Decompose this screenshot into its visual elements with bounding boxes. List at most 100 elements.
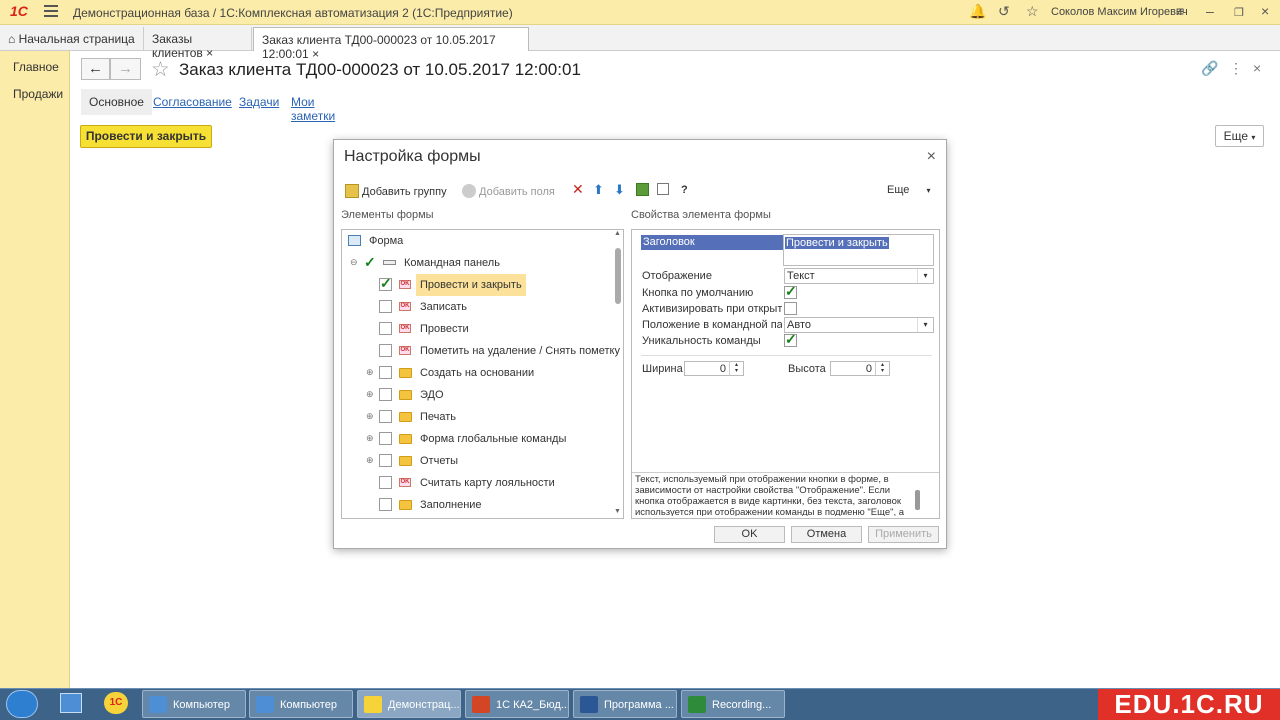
spin-icon[interactable]: ▴ ▾	[729, 362, 743, 375]
sidebar-item-main[interactable]: Главное	[13, 60, 59, 74]
tree-row-mark-delete[interactable]: OK Пометить на удаление / Снять пометку	[342, 340, 620, 362]
title-input[interactable]: Провести и закрыть	[783, 234, 934, 266]
ok-button[interactable]: OK	[714, 526, 785, 543]
taskbar-item-recording[interactable]: Recording...	[681, 690, 785, 718]
tree-row-label: Провести и закрыть	[416, 274, 526, 296]
checkbox[interactable]	[379, 388, 392, 401]
apply-button[interactable]: Применить	[868, 526, 939, 543]
chevron-down-icon[interactable]: ▾	[917, 269, 933, 283]
dialog-close-icon[interactable]: ×	[927, 148, 936, 166]
move-up-icon[interactable]: ⬆	[593, 182, 604, 198]
tree-row-reports[interactable]: ⊕ Отчеты	[342, 450, 612, 472]
taskbar-item-computer-1[interactable]: Компьютер	[142, 690, 246, 718]
checkbox[interactable]	[379, 410, 392, 423]
tree-row-loyalty-card[interactable]: OK Считать карту лояльности	[342, 472, 612, 494]
start-button[interactable]	[6, 690, 38, 718]
checkbox[interactable]	[379, 322, 392, 335]
tree-row-fill[interactable]: Заполнение	[342, 494, 612, 516]
tree-row-post[interactable]: OK Провести	[342, 318, 612, 340]
checkmark-icon[interactable]: ✓	[364, 254, 376, 271]
activate-on-open-checkbox[interactable]	[784, 302, 797, 315]
collapse-icon[interactable]: ⊖	[350, 257, 358, 268]
link-icon[interactable]: 🔗	[1201, 60, 1218, 77]
tree-row-save[interactable]: OK Записать	[342, 296, 612, 318]
bell-icon[interactable]: 🔔	[969, 3, 986, 20]
tree-row-print[interactable]: ⊕ Печать	[342, 406, 612, 428]
taskbar-item-1c-demo[interactable]: Демонстрац...	[357, 690, 461, 718]
computer-icon[interactable]	[60, 693, 82, 713]
copy-icon[interactable]	[657, 183, 669, 195]
history-icon[interactable]: ↺	[998, 3, 1010, 20]
close-document-icon[interactable]: ×	[1253, 60, 1261, 76]
back-button[interactable]: ←	[81, 58, 110, 80]
add-group-button[interactable]: Добавить группу	[345, 184, 447, 198]
more-button[interactable]: Еще ▾	[1215, 125, 1264, 147]
checkbox[interactable]	[379, 454, 392, 467]
checkbox[interactable]	[379, 432, 392, 445]
tree-row-command-panel[interactable]: ⊖ ✓ Командная панель	[342, 252, 612, 274]
cancel-button[interactable]: Отмена	[791, 526, 862, 543]
add-fields-button[interactable]: Добавить поля	[462, 184, 555, 198]
tree-scrollbar[interactable]	[615, 248, 621, 304]
taskbar-item-powerpoint[interactable]: 1С КА2_Бюд...	[465, 690, 569, 718]
tree-row-post-close[interactable]: OK Провести и закрыть	[342, 274, 612, 296]
tree-row-global-commands[interactable]: ⊕ Форма глобальные команды	[342, 428, 612, 450]
subtab-approval[interactable]: Согласование	[145, 89, 240, 115]
sidebar-item-sales[interactable]: Продажи	[13, 87, 63, 101]
help-button[interactable]: ?	[681, 184, 688, 196]
checkbox[interactable]	[379, 498, 392, 511]
taskbar-item-computer-2[interactable]: Компьютер	[249, 690, 353, 718]
scroll-up-icon[interactable]: ▲	[614, 230, 621, 237]
default-button-checkbox[interactable]	[784, 283, 797, 300]
tab-close-icon[interactable]: ×	[206, 46, 213, 60]
post-and-close-button[interactable]: Провести и закрыть	[80, 125, 212, 148]
expand-icon[interactable]: ⊕	[366, 389, 374, 400]
checkbox[interactable]	[379, 275, 392, 292]
height-input[interactable]: 0 ▴ ▾	[830, 361, 890, 376]
main-menu-icon[interactable]	[44, 5, 58, 17]
settings-menu-icon[interactable]: ≡	[1176, 3, 1184, 19]
subtab-tasks[interactable]: Задачи	[231, 89, 287, 115]
user-name[interactable]: Соколов Максим Игоревич	[1051, 6, 1188, 18]
tree-row-create-based[interactable]: ⊕ Создать на основании	[342, 362, 612, 384]
check-all-icon[interactable]	[636, 183, 649, 196]
close-window-icon[interactable]: ×	[1261, 3, 1269, 19]
width-input[interactable]: 0 ▴ ▾	[684, 361, 744, 376]
subtab-main[interactable]: Основное	[81, 89, 152, 115]
favorite-star-icon[interactable]: ☆	[151, 57, 170, 82]
expand-icon[interactable]: ⊕	[366, 367, 374, 378]
spin-icon[interactable]: ▴ ▾	[875, 362, 889, 375]
delete-icon[interactable]: ✕	[572, 181, 584, 198]
dialog-more-button[interactable]: Еще ▾	[887, 184, 930, 196]
tab-orders[interactable]: Заказы клиентов ×	[144, 27, 252, 60]
taskbar-item-word[interactable]: Программа ...	[573, 690, 677, 718]
1c-app-icon[interactable]: 1С	[104, 692, 128, 714]
expand-icon[interactable]: ⊕	[366, 455, 374, 466]
panel-position-select[interactable]: Авто ▾	[784, 317, 934, 333]
description-scrollbar[interactable]	[915, 490, 920, 510]
checkbox[interactable]	[379, 300, 392, 313]
checkbox[interactable]	[379, 366, 392, 379]
subtab-notes[interactable]: Мои заметки	[283, 89, 343, 123]
tab-home[interactable]: ⌂ Начальная страница	[0, 27, 144, 50]
command-unique-checkbox[interactable]	[784, 331, 797, 348]
tree-row-edo[interactable]: ⊕ ЭДО	[342, 384, 612, 406]
checkbox[interactable]	[379, 476, 392, 489]
form-elements-tree[interactable]: Форма ⊖ ✓ Командная панель OK Провести и…	[341, 229, 624, 519]
display-select[interactable]: Текст ▾	[784, 268, 934, 284]
chevron-down-icon: ▾	[926, 186, 931, 195]
expand-icon[interactable]: ⊕	[366, 411, 374, 422]
tree-row-form[interactable]: Форма	[342, 230, 612, 252]
move-down-icon[interactable]: ⬇	[614, 182, 625, 198]
scroll-down-icon[interactable]: ▼	[614, 508, 621, 515]
chevron-down-icon[interactable]: ▾	[917, 318, 933, 332]
forward-button[interactable]: →	[110, 58, 141, 80]
favorites-star-icon[interactable]: ☆	[1026, 3, 1039, 20]
more-vertical-icon[interactable]: ⋮	[1229, 60, 1243, 77]
tab-close-icon[interactable]: ×	[312, 47, 319, 61]
tab-order-document[interactable]: Заказ клиента ТД00-000023 от 10.05.2017 …	[253, 27, 529, 61]
checkbox[interactable]	[379, 344, 392, 357]
expand-icon[interactable]: ⊕	[366, 433, 374, 444]
restore-icon[interactable]: ❐	[1234, 6, 1244, 19]
minimize-icon[interactable]: –	[1206, 3, 1214, 19]
